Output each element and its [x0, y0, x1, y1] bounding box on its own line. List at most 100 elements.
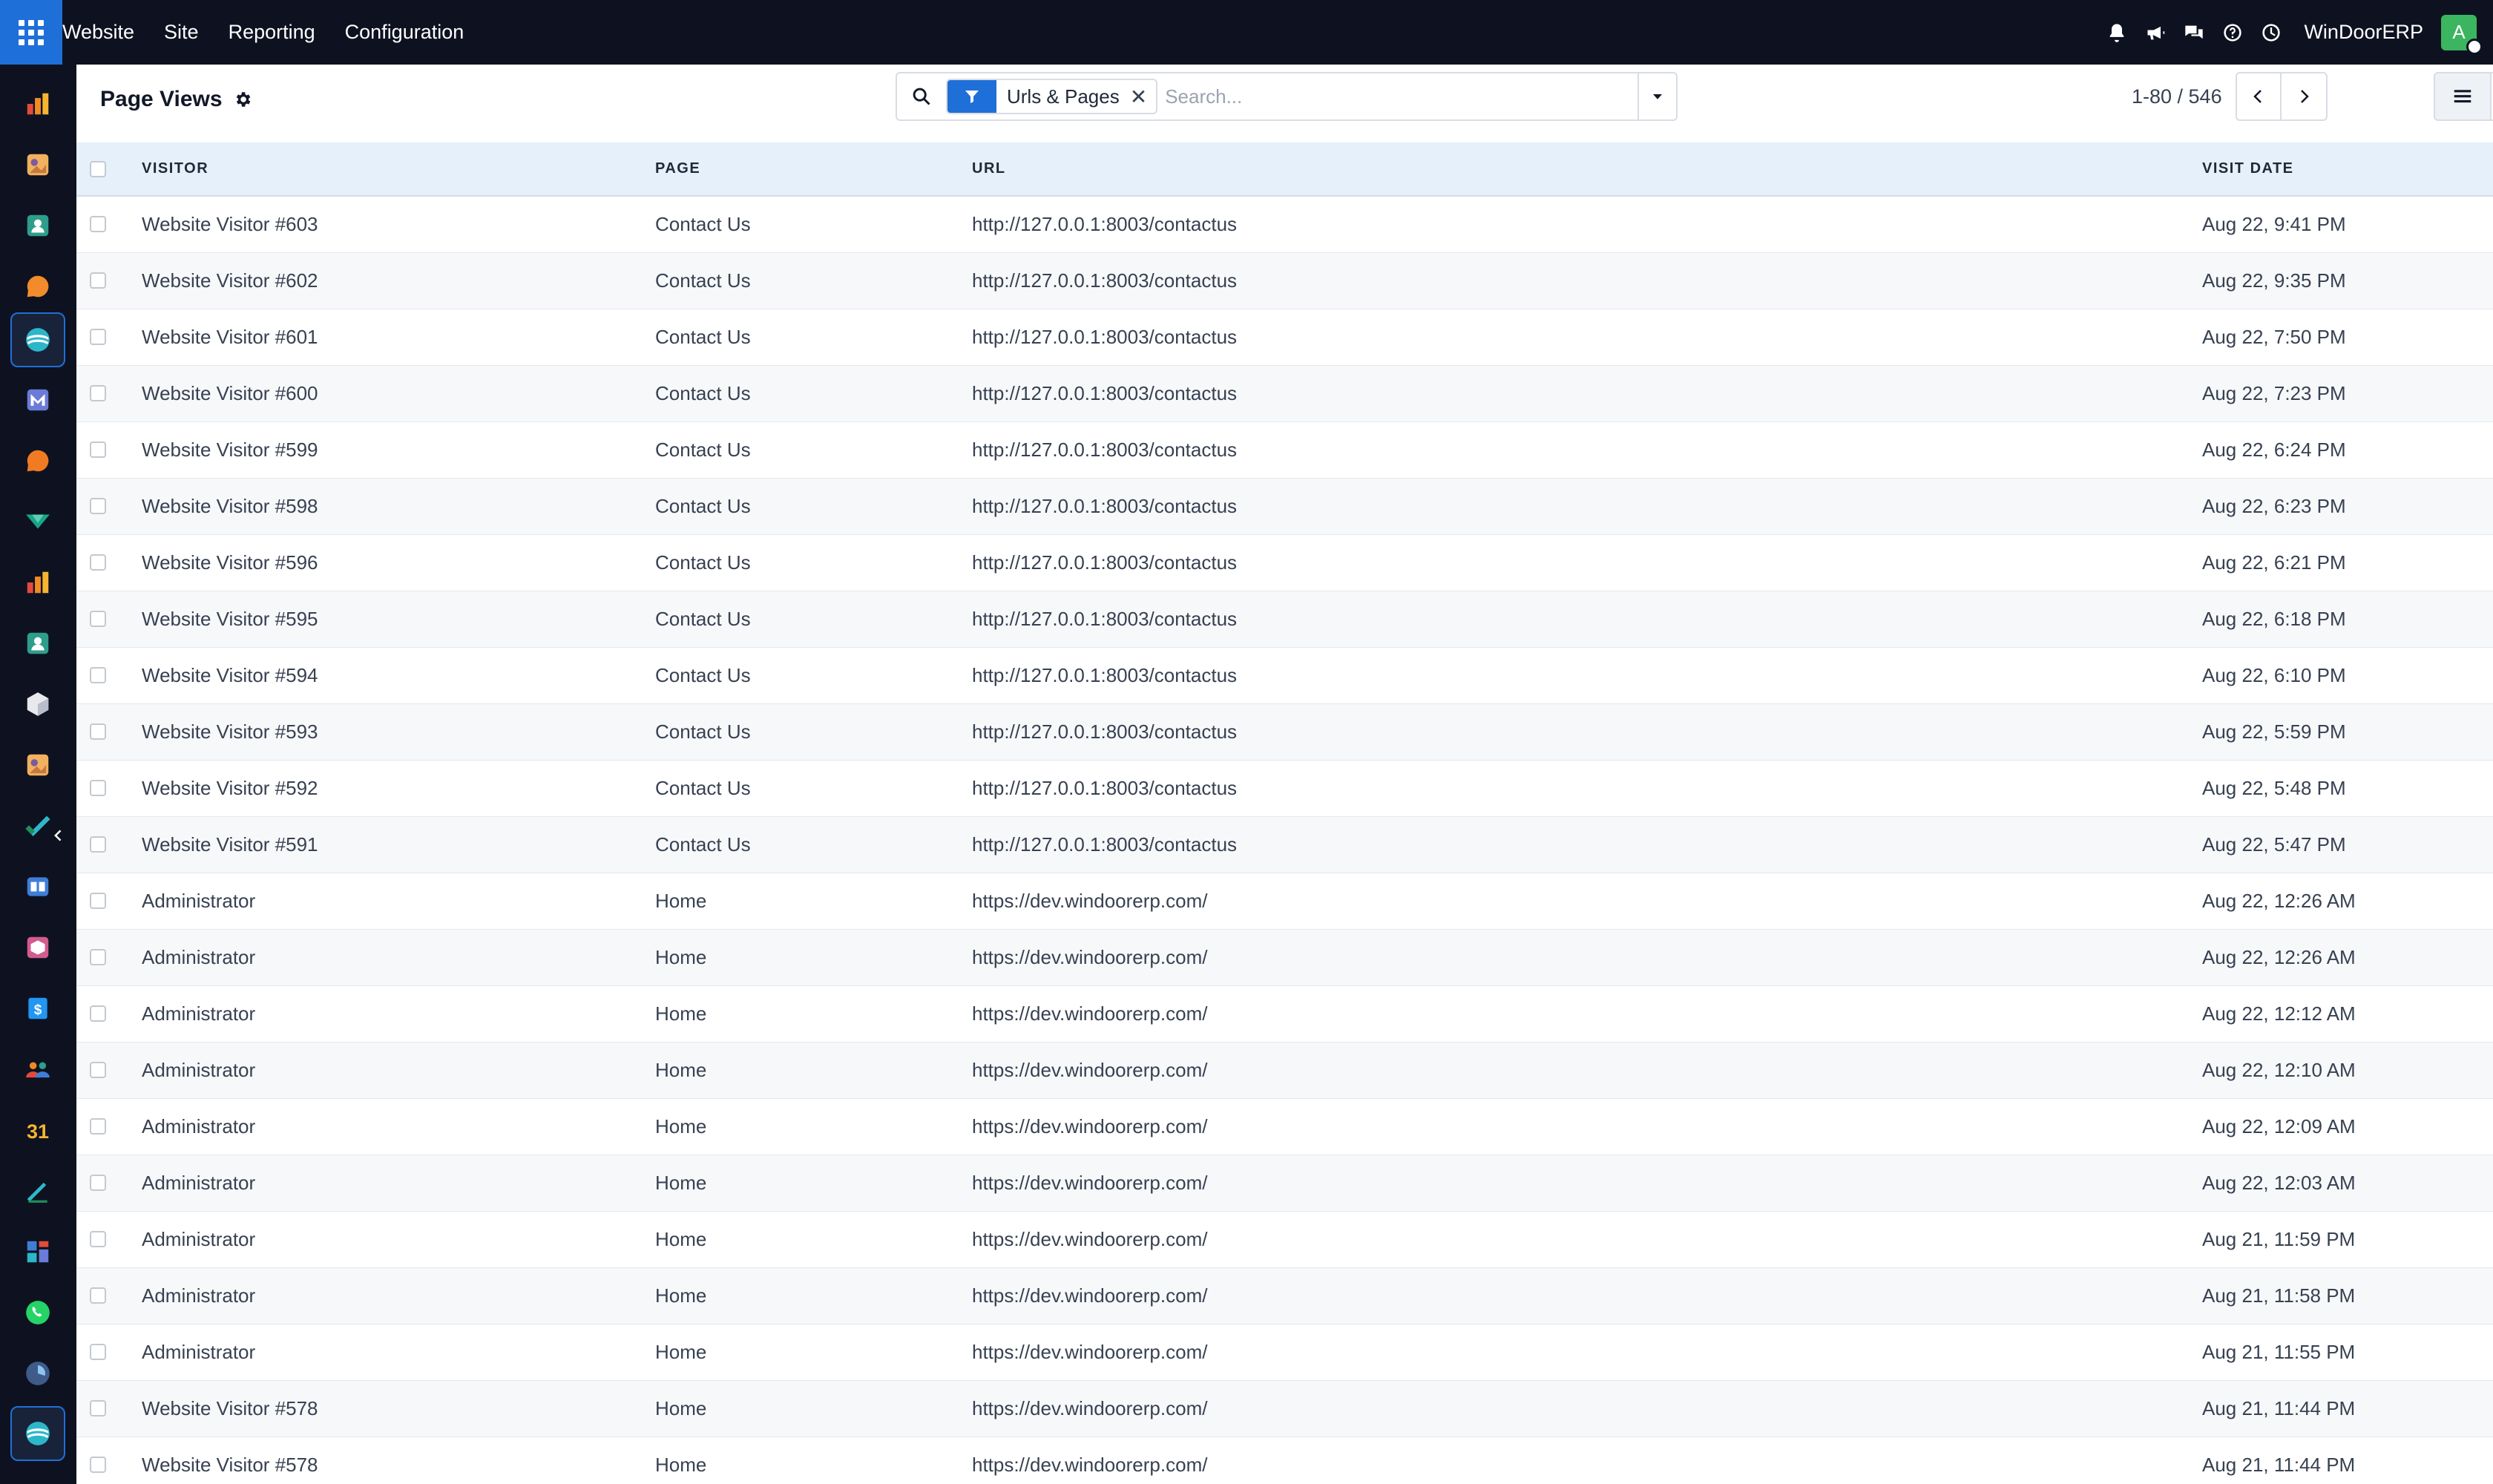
project-icon[interactable] [10, 798, 65, 853]
user-avatar[interactable]: A [2441, 14, 2483, 55]
row-checkbox[interactable] [90, 1400, 106, 1416]
reporting-icon[interactable] [10, 555, 65, 610]
gear-icon[interactable] [233, 90, 252, 109]
table-row[interactable]: Administrator Home https://dev.windoorerp.… [76, 1267, 2493, 1324]
table-row[interactable]: Administrator Home https://dev.windoorerp.… [76, 985, 2493, 1042]
help-icon[interactable] [2220, 20, 2245, 45]
megaphone-icon[interactable] [2143, 20, 2168, 45]
table-row[interactable]: Website Visitor #598 Contact Us http://127… [76, 478, 2493, 534]
table-row[interactable]: Website Visitor #594 Contact Us http://127… [76, 647, 2493, 703]
row-checkbox[interactable] [90, 1344, 106, 1360]
row-checkbox[interactable] [90, 554, 106, 571]
row-checkbox[interactable] [90, 1062, 106, 1078]
column-header-url[interactable]: URL [972, 142, 2202, 197]
list-view-button[interactable] [2434, 72, 2492, 121]
studio-icon[interactable] [10, 137, 65, 192]
menu-site[interactable]: Site [149, 21, 214, 44]
crm-icon[interactable] [10, 494, 65, 549]
timesheet-icon[interactable] [10, 1346, 65, 1401]
discuss-icon[interactable] [10, 259, 65, 314]
row-checkbox[interactable] [90, 441, 106, 458]
inventory-icon[interactable] [10, 677, 65, 732]
table-row[interactable]: Website Visitor #595 Contact Us http://127… [76, 591, 2493, 647]
table-row[interactable]: Website Visitor #593 Contact Us http://127… [76, 703, 2493, 760]
bell-icon[interactable] [2104, 20, 2129, 45]
table-row[interactable]: Administrator Home https://dev.windoorerp.… [76, 1211, 2493, 1267]
select-all-checkbox[interactable] [90, 160, 106, 177]
table-row[interactable]: Website Visitor #578 Home https://dev.wind… [76, 1437, 2493, 1484]
employees-icon[interactable] [10, 616, 65, 671]
table-row[interactable]: Administrator Home https://dev.windoorerp.… [76, 1042, 2493, 1098]
table-row[interactable]: Administrator Home https://dev.windoorerp.… [76, 873, 2493, 929]
row-checkbox[interactable] [90, 893, 106, 909]
table-row[interactable]: Administrator Home https://dev.windoorerp.… [76, 929, 2493, 985]
row-checkbox[interactable] [90, 780, 106, 796]
company-switcher[interactable]: WinDoorERP [2304, 21, 2423, 44]
row-checkbox[interactable] [90, 1175, 106, 1191]
facet-remove-button[interactable]: ✕ [1130, 85, 1156, 109]
search-icon[interactable] [897, 73, 946, 119]
row-checkbox[interactable] [90, 1005, 106, 1022]
table-row[interactable]: Administrator Home https://dev.windoorerp.… [76, 1155, 2493, 1211]
table-row[interactable]: Website Visitor #600 Contact Us http://127… [76, 365, 2493, 421]
column-header-visitor[interactable]: VISITOR [142, 142, 655, 197]
table-row[interactable]: Administrator Home https://dev.windoorerp.… [76, 1324, 2493, 1380]
table-row[interactable]: Website Visitor #578 Home https://dev.wind… [76, 1380, 2493, 1437]
row-checkbox[interactable] [90, 1231, 106, 1247]
clock-icon[interactable] [2259, 20, 2284, 45]
pager-next-button[interactable] [2281, 72, 2328, 121]
menu-configuration[interactable]: Configuration [330, 21, 479, 44]
table-row[interactable]: Website Visitor #596 Contact Us http://127… [76, 534, 2493, 591]
dashboards-icon[interactable] [10, 76, 65, 131]
table-row[interactable]: Administrator Home https://dev.windoorerp.… [76, 1098, 2493, 1155]
live-chat-icon[interactable] [10, 433, 65, 488]
table-row[interactable]: Website Visitor #601 Contact Us http://127… [76, 309, 2493, 365]
sign-icon[interactable] [10, 1163, 65, 1218]
row-checkbox[interactable] [90, 1457, 106, 1473]
contacts-icon[interactable] [10, 198, 65, 253]
pager-previous-button[interactable] [2235, 72, 2282, 121]
row-checkbox[interactable] [90, 385, 106, 401]
row-checkbox[interactable] [90, 272, 106, 289]
pager-value[interactable]: 1-80 / 546 [2132, 85, 2222, 108]
row-checkbox[interactable] [90, 836, 106, 853]
website-icon[interactable] [10, 312, 65, 367]
menu-reporting[interactable]: Reporting [214, 21, 330, 44]
email-marketing-icon[interactable] [10, 372, 65, 427]
row-checkbox[interactable] [90, 723, 106, 740]
row-checkbox[interactable] [90, 1118, 106, 1135]
table-row[interactable]: Website Visitor #591 Contact Us http://127… [76, 816, 2493, 873]
visitor-cell: Administrator [142, 1114, 256, 1137]
invoicing-icon[interactable]: $ [10, 981, 65, 1036]
table-row[interactable]: Website Visitor #599 Contact Us http://127… [76, 421, 2493, 478]
calendar-icon[interactable]: 31 [10, 1103, 65, 1158]
row-checkbox[interactable] [90, 498, 106, 514]
appraisal-icon[interactable] [10, 738, 65, 792]
table-row[interactable]: Website Visitor #602 Contact Us http://127… [76, 252, 2493, 309]
visitor-cell: Administrator [142, 1284, 256, 1307]
dashboard-grid-icon[interactable] [10, 1224, 65, 1279]
row-checkbox[interactable] [90, 216, 106, 233]
search-options-toggle[interactable] [1638, 73, 1676, 119]
search-input[interactable] [1165, 74, 1638, 119]
website-active-icon[interactable] [10, 1406, 65, 1461]
chat-icon[interactable] [2181, 20, 2207, 45]
table-row[interactable]: Website Visitor #592 Contact Us http://127… [76, 760, 2493, 816]
row-checkbox[interactable] [90, 667, 106, 683]
table-row[interactable]: Website Visitor #603 Contact Us http://127… [76, 196, 2493, 252]
row-checkbox[interactable] [90, 1287, 106, 1304]
column-header-visit-date[interactable]: VISIT DATE [2202, 142, 2493, 197]
row-checkbox[interactable] [90, 329, 106, 345]
whatsapp-icon[interactable] [10, 1285, 65, 1340]
row-checkbox[interactable] [90, 611, 106, 627]
products-icon[interactable] [10, 920, 65, 975]
row-checkbox[interactable] [90, 949, 106, 965]
page-cell: Home [655, 889, 707, 912]
members-icon[interactable] [10, 1042, 65, 1097]
app-switcher-button[interactable] [0, 0, 62, 65]
visit-date-cell: Aug 22, 12:03 AM [2202, 1171, 2356, 1194]
app-name-link[interactable]: Website [62, 21, 149, 44]
column-header-page[interactable]: PAGE [655, 142, 972, 197]
knowledge-icon[interactable] [10, 859, 65, 914]
visitor-cell: Website Visitor #594 [142, 663, 318, 686]
